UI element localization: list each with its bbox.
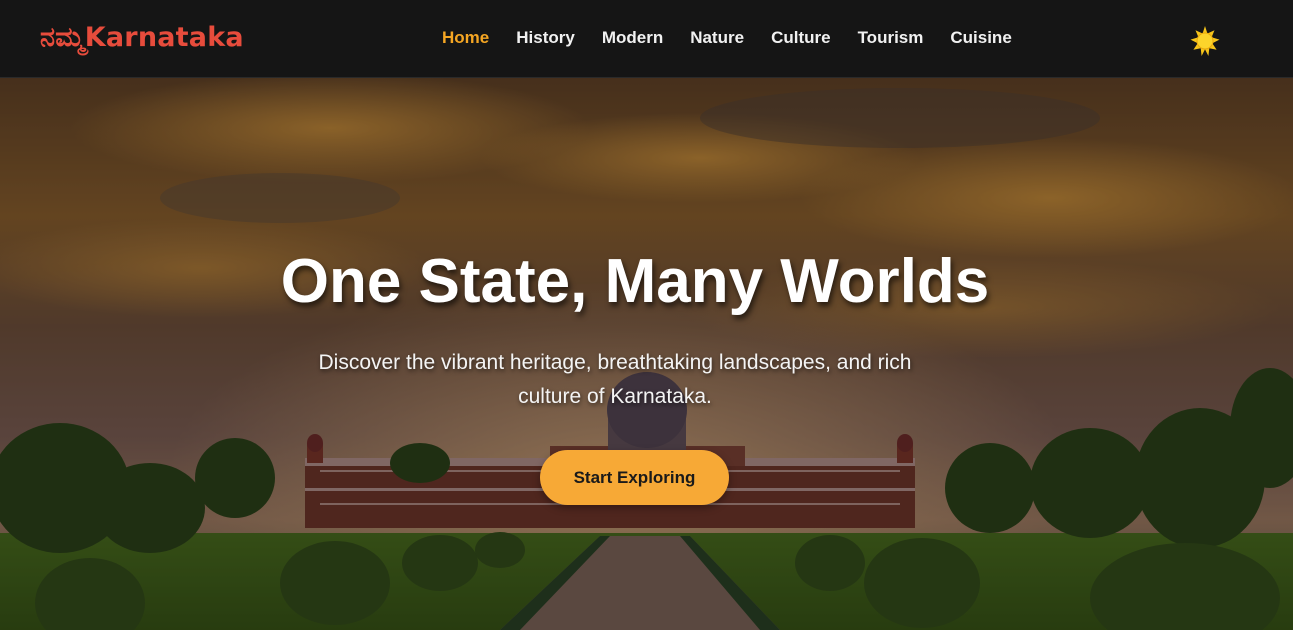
nav-link-cuisine[interactable]: Cuisine bbox=[950, 28, 1011, 48]
nav-link-tourism[interactable]: Tourism bbox=[858, 28, 924, 48]
nav-link-modern[interactable]: Modern bbox=[602, 28, 663, 48]
hero-title: One State, Many Worlds bbox=[280, 247, 990, 316]
hero-subtitle: Discover the vibrant heritage, breathtak… bbox=[318, 351, 912, 408]
navbar: ನಮ್ಮKarnataka Home History Modern Nature… bbox=[0, 0, 1293, 78]
theme-toggle-button[interactable] bbox=[1189, 25, 1221, 57]
main-nav: Home History Modern Nature Culture Touri… bbox=[442, 28, 1012, 48]
nav-link-history[interactable]: History bbox=[516, 28, 575, 48]
nav-link-nature[interactable]: Nature bbox=[690, 28, 744, 48]
logo-name-text: Karnataka bbox=[84, 22, 244, 53]
nav-link-culture[interactable]: Culture bbox=[771, 28, 831, 48]
logo-kannada-text: ನಮ್ಮ bbox=[40, 22, 85, 53]
site-logo[interactable]: ನಮ್ಮKarnataka bbox=[40, 22, 244, 54]
hero-section: One State, Many Worlds Discover the vibr… bbox=[0, 78, 1293, 630]
nav-link-home[interactable]: Home bbox=[442, 28, 489, 48]
sun-icon bbox=[1190, 26, 1220, 56]
start-exploring-button[interactable]: Start Exploring bbox=[540, 450, 729, 505]
